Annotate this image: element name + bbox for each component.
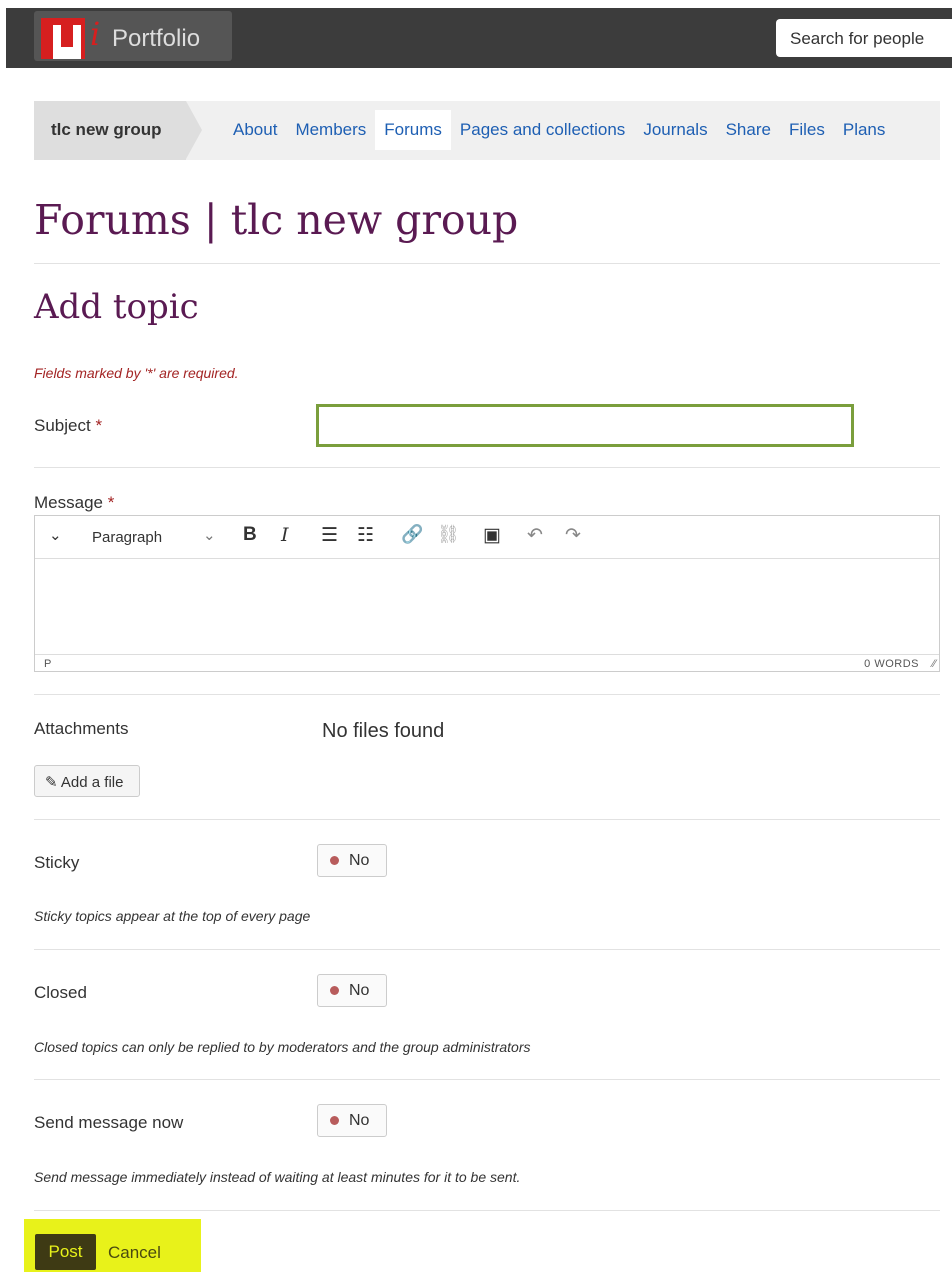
redo-icon[interactable]: ↷	[565, 524, 581, 547]
element-path[interactable]: P	[44, 658, 51, 670]
closed-label: Closed	[34, 983, 87, 1002]
section-title: Add topic	[34, 287, 199, 327]
closed-toggle[interactable]: No	[317, 974, 387, 1007]
image-icon[interactable]: ▣	[483, 524, 501, 547]
attachments-label: Attachments	[34, 719, 129, 738]
divider	[34, 819, 940, 820]
divider	[34, 467, 940, 468]
undo-icon[interactable]: ↶	[527, 524, 543, 547]
tab-files[interactable]: Files	[780, 110, 834, 150]
tab-forums[interactable]: Forums	[375, 110, 451, 150]
subject-label: Subject *	[34, 416, 103, 435]
block-format-select[interactable]: Paragraph	[92, 529, 162, 546]
word-count: 0 WORDS	[864, 658, 919, 670]
logo-text: Portfolio	[112, 25, 201, 52]
cancel-link[interactable]: Cancel	[108, 1243, 161, 1263]
message-editor: ⌄ Paragraph ⌄ B I ☰ ☷ 🔗 ⛓ ▣ ↶ ↷ P 0 WORD…	[34, 515, 940, 672]
sticky-description: Sticky topics appear at the top of every…	[34, 908, 311, 924]
tab-members[interactable]: Members	[286, 110, 375, 150]
subject-input[interactable]	[316, 404, 854, 447]
required-star: *	[95, 416, 103, 435]
logo-i: i	[90, 15, 101, 53]
editor-statusbar: P 0 WORDS ⁄⁄	[35, 654, 939, 672]
tab-pages-and-collections[interactable]: Pages and collections	[451, 110, 634, 150]
bold-icon[interactable]: B	[243, 524, 257, 546]
group-nav-links: About Members Forums Pages and collectio…	[224, 110, 894, 150]
send-now-toggle[interactable]: No	[317, 1104, 387, 1137]
send-now-toggle-value: No	[349, 1112, 370, 1129]
search-input[interactable]: Search for people	[776, 19, 952, 57]
group-name-tab[interactable]: tlc new group	[34, 101, 186, 160]
sticky-label: Sticky	[34, 853, 80, 872]
required-note: Fields marked by '*' are required.	[34, 365, 239, 381]
group-name: tlc new group	[51, 120, 162, 139]
unlink-icon[interactable]: ⛓	[437, 524, 460, 545]
top-bar: i Portfolio Search for people	[6, 8, 952, 68]
paperclip-icon: ✎	[45, 774, 58, 791]
form-actions: Post Cancel	[24, 1219, 201, 1272]
tab-share[interactable]: Share	[717, 110, 780, 150]
divider	[34, 1210, 940, 1211]
link-icon[interactable]: 🔗	[401, 524, 423, 545]
sticky-toggle[interactable]: No	[317, 844, 387, 877]
sticky-toggle-value: No	[349, 852, 370, 869]
toggle-off-dot-icon	[330, 856, 339, 865]
divider	[34, 694, 940, 695]
no-files-message: No files found	[322, 720, 445, 742]
group-nav: tlc new group About Members Forums Pages…	[34, 101, 940, 160]
italic-icon[interactable]: I	[281, 524, 289, 546]
message-label: Message *	[34, 493, 115, 512]
add-file-button[interactable]: ✎ Add a file	[34, 765, 140, 797]
add-file-label: Add a file	[60, 774, 124, 791]
send-now-description: Send message immediately instead of wait…	[34, 1169, 521, 1185]
editor-content-area[interactable]	[35, 558, 939, 654]
toolbar-toggle-chevron-icon[interactable]: ⌄	[49, 526, 62, 544]
resize-handle-icon[interactable]: ⁄⁄	[932, 658, 936, 670]
tab-plans[interactable]: Plans	[834, 110, 895, 150]
toggle-off-dot-icon	[330, 1116, 339, 1125]
tab-about[interactable]: About	[224, 110, 286, 150]
logo-mark	[41, 18, 85, 59]
bullet-list-icon[interactable]: ☰	[321, 524, 338, 547]
numbered-list-icon[interactable]: ☷	[357, 524, 374, 547]
closed-toggle-value: No	[349, 982, 370, 999]
send-now-label: Send message now	[34, 1113, 184, 1132]
page-title: Forums | tlc new group	[34, 196, 519, 244]
closed-description: Closed topics can only be replied to by …	[34, 1039, 531, 1055]
divider	[34, 1079, 940, 1080]
divider	[34, 263, 940, 264]
toggle-off-dot-icon	[330, 986, 339, 995]
tab-journals[interactable]: Journals	[634, 110, 716, 150]
chevron-down-icon[interactable]: ⌄	[203, 526, 216, 544]
required-star: *	[107, 493, 115, 512]
logo[interactable]: i Portfolio	[34, 11, 232, 61]
divider	[34, 949, 940, 950]
editor-toolbar: ⌄ Paragraph ⌄ B I ☰ ☷ 🔗 ⛓ ▣ ↶ ↷	[35, 516, 939, 559]
post-button[interactable]: Post	[35, 1234, 96, 1270]
